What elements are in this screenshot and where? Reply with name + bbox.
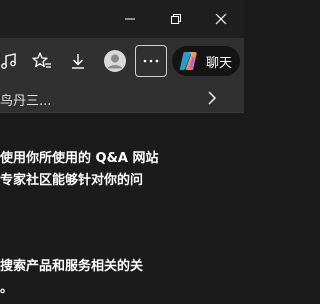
favorites-bar: 鸟丹三...: [0, 84, 244, 113]
close-button[interactable]: [198, 0, 244, 38]
page-content: 使用你所使用的 Q&A 网站 专家社区能够针对你的问 搜索产品和服务相关的关 。: [0, 113, 236, 304]
content-line: 专家社区能够针对你的问: [0, 173, 144, 188]
settings-and-more-button[interactable]: [135, 45, 167, 77]
copilot-chat-button[interactable]: 聊天: [172, 46, 240, 76]
profile-button[interactable]: [98, 44, 132, 78]
content-line: 使用你所使用的 Q&A 网站: [0, 151, 159, 166]
profile-avatar-icon: [104, 50, 126, 72]
content-line: 搜索产品和服务相关的关: [0, 259, 144, 274]
content-line: 。: [0, 281, 14, 296]
music-note-icon: [1, 53, 16, 69]
favorites-star-icon: [32, 52, 51, 68]
title-bar: [0, 0, 244, 38]
downloads-button[interactable]: [61, 44, 95, 78]
favorites-button[interactable]: [25, 44, 59, 78]
copilot-icon: [179, 52, 197, 70]
chat-label: 聊天: [206, 56, 233, 71]
minimize-button[interactable]: [107, 0, 153, 38]
restore-button[interactable]: [153, 0, 199, 38]
minimize-icon: [125, 18, 135, 20]
media-button[interactable]: [0, 44, 26, 78]
download-icon: [72, 54, 84, 69]
more-options-icon: [143, 59, 159, 63]
favorites-bar-item[interactable]: 鸟丹三...: [0, 90, 51, 109]
restore-icon: [171, 14, 181, 24]
scrollbar[interactable]: [236, 113, 244, 304]
chevron-right-icon[interactable]: [204, 90, 220, 106]
browser-toolbar: 聊天: [0, 38, 244, 84]
close-icon: [215, 13, 227, 25]
